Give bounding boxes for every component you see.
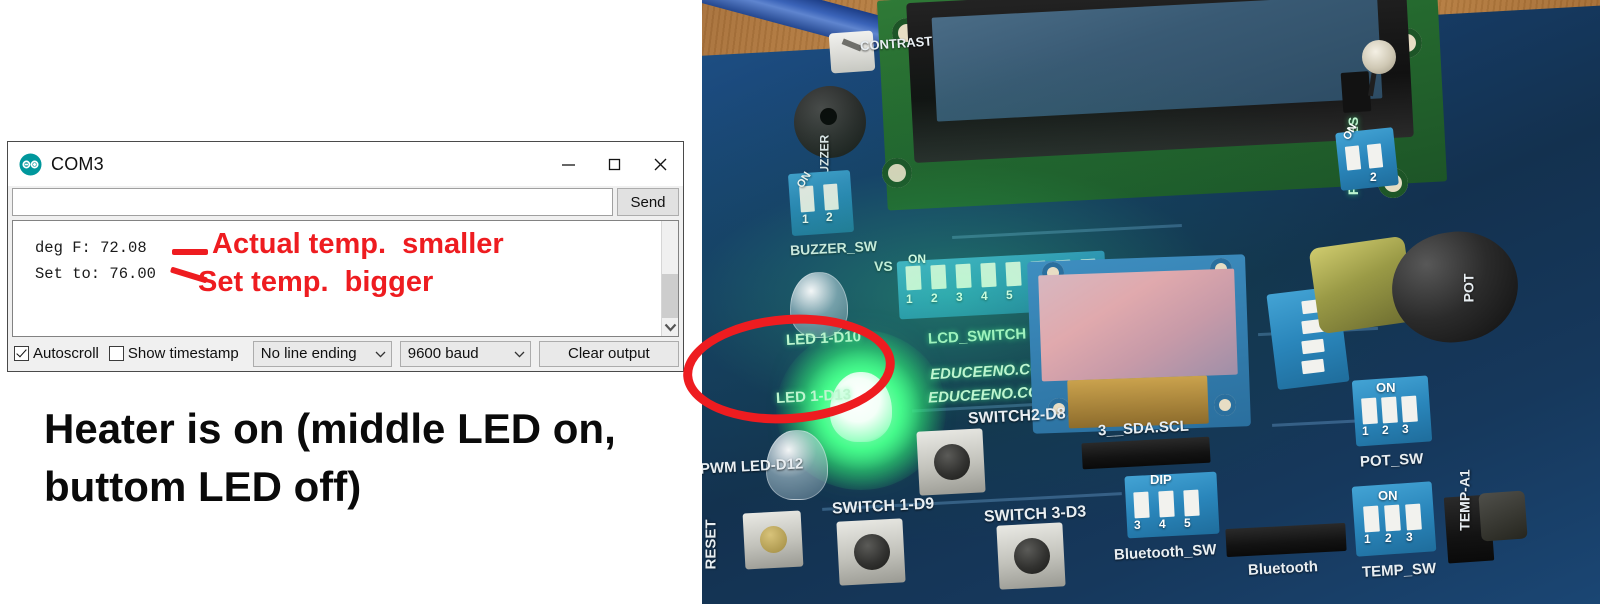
serial-send-input[interactable]	[12, 188, 613, 216]
show-timestamp-label: Show timestamp	[127, 345, 239, 362]
dip-number: 3	[1402, 422, 1409, 436]
dip-number: 1	[1362, 424, 1369, 438]
dip-lever[interactable]	[1158, 490, 1175, 518]
window-controls	[545, 142, 683, 186]
output-scrollbar[interactable]	[661, 221, 678, 336]
autoscroll-checkbox-box[interactable]	[14, 346, 29, 361]
line-ending-dropdown[interactable]: No line ending	[252, 340, 392, 367]
dip-number: 1	[1364, 532, 1371, 546]
autoscroll-label: Autoscroll	[33, 345, 99, 362]
arduino-shield-photo: CONTRAST BUZZER ON 1 2 BUZZER_SW VS KXK …	[702, 0, 1600, 604]
line-ending-value: No line ending	[260, 345, 357, 362]
dip-lever[interactable]	[1381, 396, 1398, 424]
scrollbar-track[interactable]	[662, 221, 678, 318]
window-titlebar[interactable]: COM3	[8, 142, 683, 186]
clear-output-button[interactable]: Clear output	[538, 340, 679, 367]
show-timestamp-checkbox-box[interactable]	[108, 346, 124, 361]
dip-lever[interactable]	[1301, 358, 1325, 375]
dip-on-label: ON	[1378, 488, 1398, 503]
dip-number: 3	[1134, 518, 1141, 532]
annotation-leader-line-actual	[172, 249, 208, 255]
arduino-infinity-logo-icon	[19, 153, 42, 176]
window-title: COM3	[51, 153, 104, 174]
dip-on-label: ON	[1376, 380, 1396, 395]
ldr-socket	[1340, 71, 1372, 113]
dip-number: 3	[1406, 530, 1413, 544]
annotation-set-temp: Set temp. bigger	[198, 266, 434, 298]
scrollbar-thumb[interactable]	[662, 274, 678, 318]
close-button[interactable]	[637, 142, 683, 186]
dip-lever[interactable]	[1361, 397, 1378, 425]
annotation-actual-temp: Actual temp. smaller	[212, 228, 504, 260]
silk-pot: POT	[1460, 273, 1477, 303]
tact-switch-d9-cap[interactable]	[854, 534, 890, 570]
minimize-button[interactable]	[545, 142, 591, 186]
baud-rate-dropdown[interactable]: 9600 baud	[399, 340, 531, 367]
show-timestamp-checkbox[interactable]: Show timestamp	[108, 345, 239, 362]
dip-label-dip: DIP	[1150, 472, 1172, 487]
dip-lever[interactable]	[1401, 395, 1418, 423]
left-panel: COM3 Send deg F: 72.08 Set to: 76.00 Aut…	[0, 0, 702, 604]
dip-number: 5	[1184, 516, 1191, 530]
dip-lever[interactable]	[1301, 338, 1325, 355]
dip-lever[interactable]	[1405, 503, 1422, 531]
baud-rate-value: 9600 baud	[407, 345, 479, 362]
screenshot-root: COM3 Send deg F: 72.08 Set to: 76.00 Aut…	[0, 0, 1600, 604]
dip-number: 4	[1159, 517, 1166, 531]
caption-heater-status: Heater is on (middle LED on, buttom LED …	[44, 405, 616, 510]
dip-number: 2	[1382, 423, 1389, 437]
dip-lever[interactable]	[1183, 489, 1200, 517]
dip-lever[interactable]	[1133, 491, 1150, 519]
dip-number: 2	[1370, 170, 1377, 184]
autoscroll-checkbox[interactable]: Autoscroll	[14, 345, 99, 362]
chevron-down-icon	[375, 345, 386, 362]
dip-number: 2	[1385, 531, 1392, 545]
maximize-button[interactable]	[591, 142, 637, 186]
dip-lever[interactable]	[1363, 505, 1380, 533]
oled-mount-hole	[1214, 394, 1236, 416]
silk-temp-a1: TEMP-A1	[1456, 469, 1473, 531]
send-row: Send	[8, 186, 683, 220]
silk-reset: RESET	[702, 519, 720, 570]
scroll-down-button[interactable]	[662, 318, 678, 336]
dip-lever[interactable]	[1366, 143, 1384, 169]
temp-sensor-body	[1478, 490, 1528, 542]
serial-monitor-toolbar: Autoscroll Show timestamp No line ending…	[8, 337, 683, 371]
dip-lever[interactable]	[1384, 504, 1401, 532]
oled-display-glass	[1038, 268, 1238, 382]
dip-lever[interactable]	[1344, 145, 1362, 171]
send-button[interactable]: Send	[617, 188, 679, 216]
silk-pot-sw: POT_SW	[1359, 450, 1424, 471]
tact-switch-d8-cap[interactable]	[934, 444, 970, 480]
tact-switch-d3-cap[interactable]	[1014, 538, 1050, 574]
reset-button-cap[interactable]	[760, 526, 787, 553]
chevron-down-icon	[514, 345, 525, 362]
photoresistor-ldr	[1362, 40, 1396, 74]
